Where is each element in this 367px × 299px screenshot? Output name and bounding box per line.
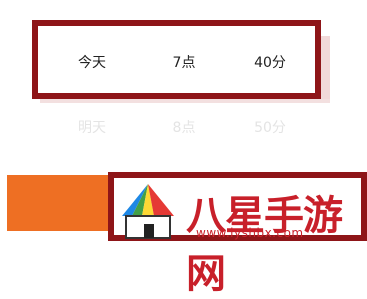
highlight-shadow <box>321 36 330 101</box>
picker-minute-option[interactable]: 50分 <box>254 117 286 137</box>
picker-hour-selected[interactable]: 7点 <box>173 52 196 72</box>
bottom-action-bar[interactable] <box>7 175 112 231</box>
watermark-name: 八星手游网 <box>186 193 343 297</box>
picker-day-selected[interactable]: 今天 <box>78 52 106 72</box>
highlight-shadow <box>40 99 330 103</box>
picker-hour-option[interactable]: 8点 <box>173 117 196 137</box>
watermark-logo-icon <box>122 184 174 239</box>
watermark-url: www.lyshbx.com <box>196 226 304 240</box>
picker-day-option[interactable]: 明天 <box>78 117 106 137</box>
picker-minute-selected[interactable]: 40分 <box>254 52 286 72</box>
